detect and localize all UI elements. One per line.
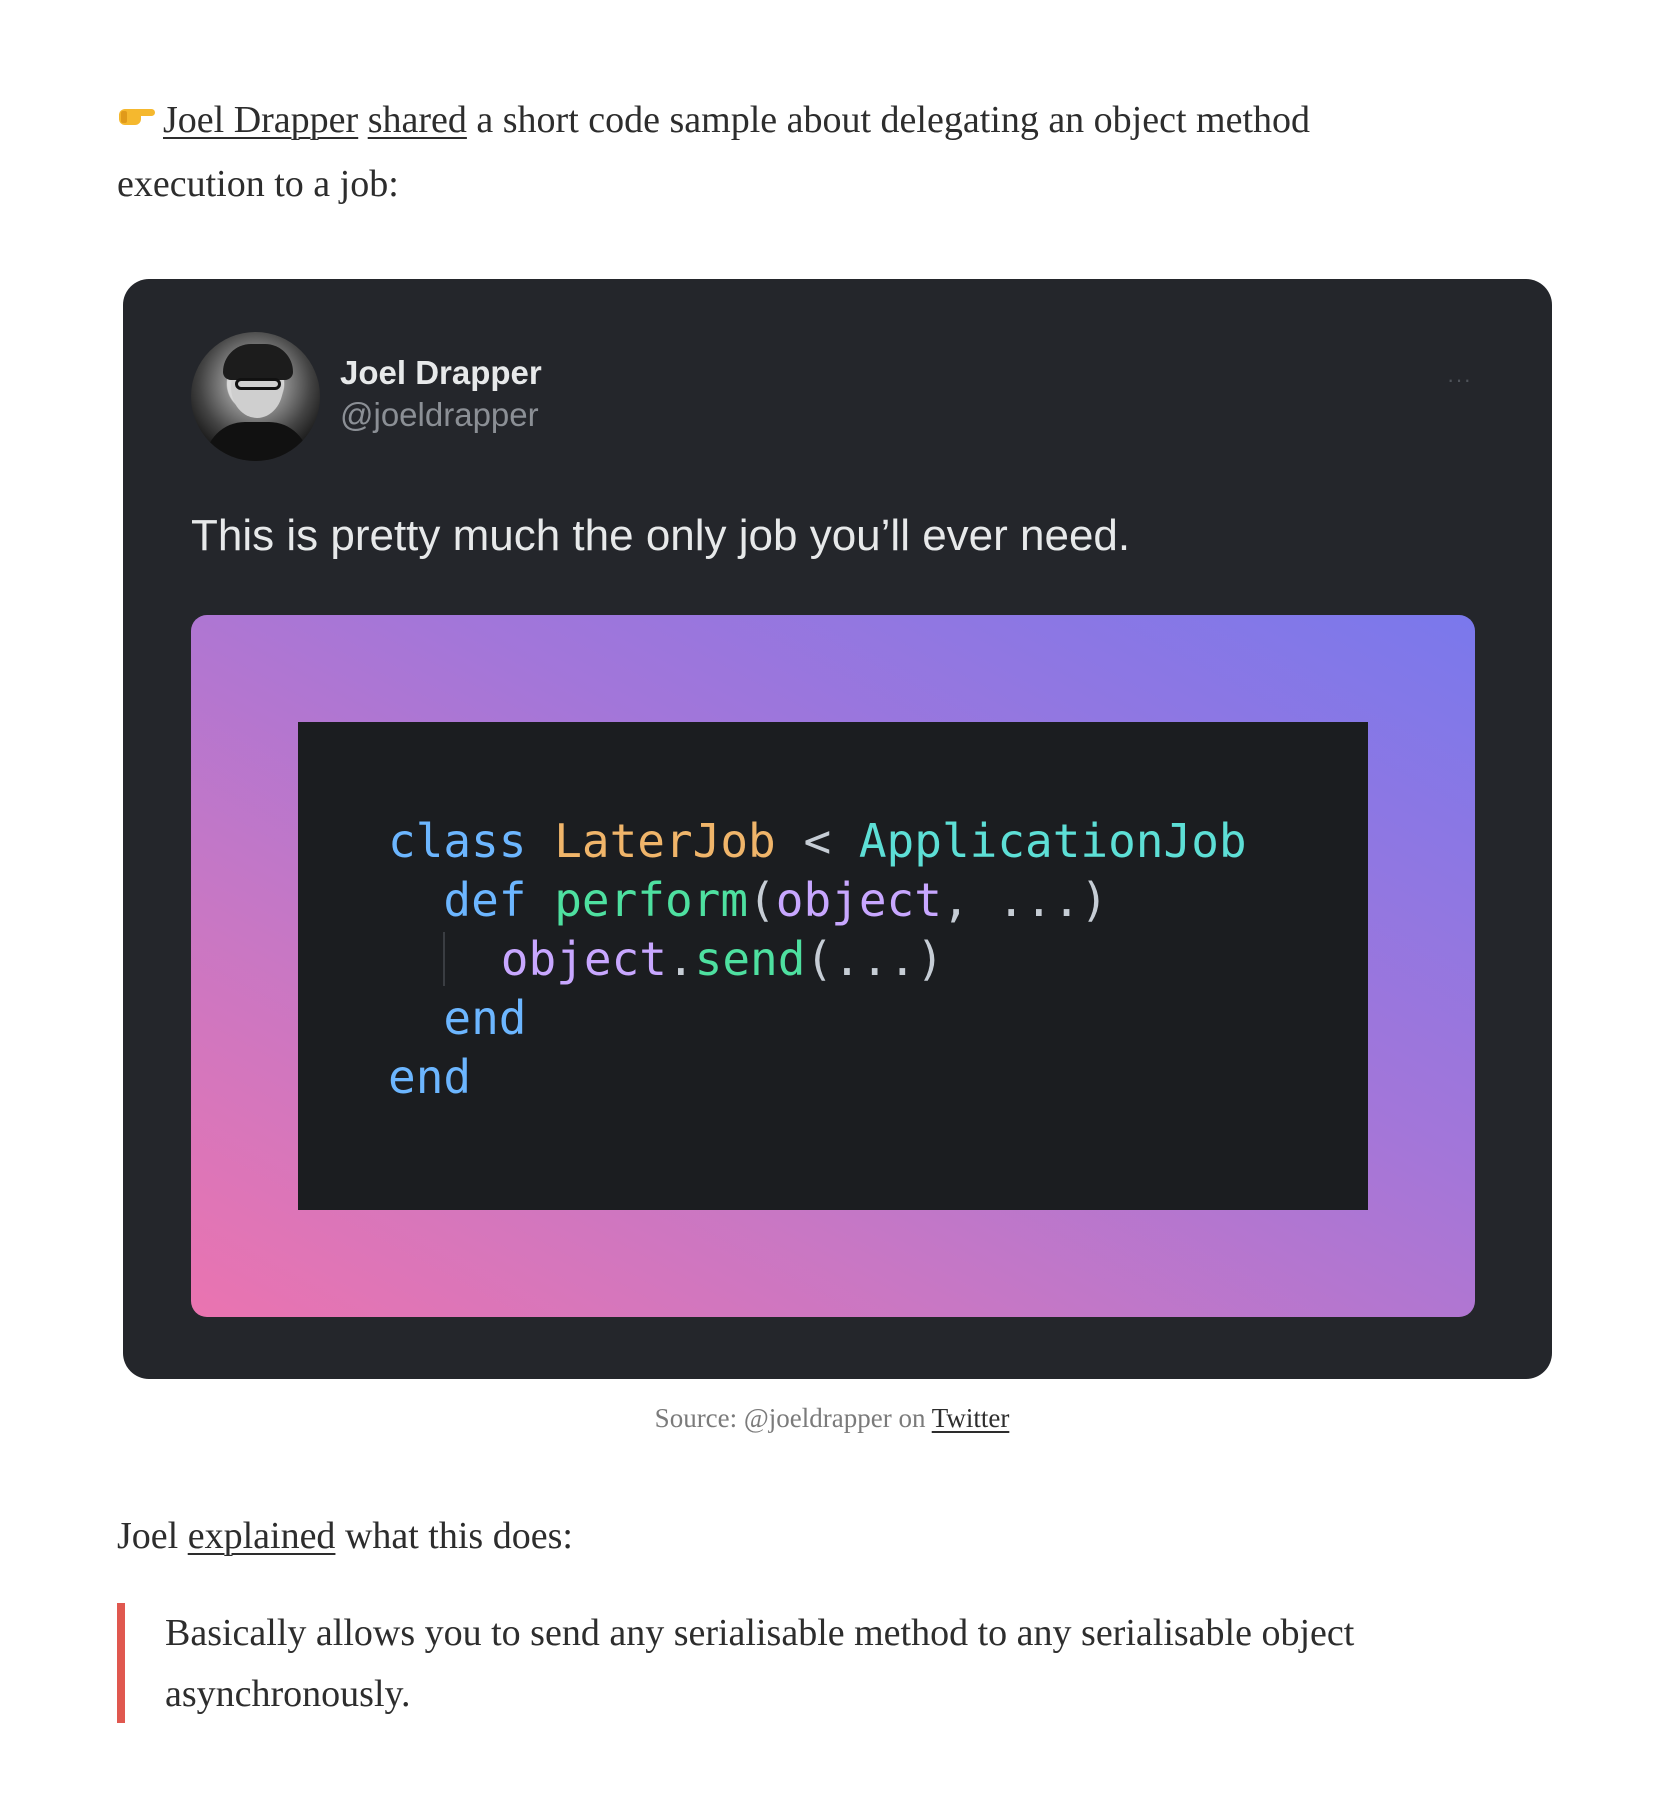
tweet-author-handle[interactable]: @joeldrapper	[340, 396, 539, 434]
tweet-media-image[interactable]: class LaterJob < ApplicationJob def perf…	[191, 615, 1475, 1317]
code-operator: <	[803, 814, 832, 868]
blockquote-text: Basically allows you to send any seriali…	[165, 1612, 1355, 1715]
code-keyword: end	[443, 991, 527, 1045]
caption-text: Source: @joeldrapper on	[654, 1403, 932, 1433]
code-keyword: def	[443, 873, 527, 927]
author-link[interactable]: Joel Drapper	[163, 99, 358, 141]
intro-text-line2: execution to a job:	[117, 162, 399, 205]
code-punct: (	[748, 873, 776, 927]
intro-text: a short code sample about delegating an …	[466, 99, 1311, 141]
blockquote: Basically allows you to send any seriali…	[117, 1603, 1557, 1723]
avatar[interactable]	[191, 332, 320, 461]
code-punct: .	[666, 932, 695, 986]
code-keyword: end	[388, 1050, 472, 1104]
paragraph-text: Joel	[117, 1515, 188, 1557]
paragraph-text-suffix: what this does:	[335, 1515, 573, 1557]
code-variable: object	[500, 932, 667, 986]
code-punct: (...)	[805, 932, 944, 986]
shared-link[interactable]: shared	[368, 99, 467, 141]
tweet-text: This is pretty much the only job you’ll …	[191, 511, 1131, 560]
tweet-embed[interactable]: Joel Drapper @joeldrapper ··· This is pr…	[123, 279, 1552, 1379]
twitter-link[interactable]: Twitter	[932, 1403, 1010, 1433]
code-keyword: class	[388, 814, 527, 868]
explanation-paragraph: Joel explained what this does:	[117, 1506, 573, 1567]
code-block: class LaterJob < ApplicationJob def perf…	[388, 812, 1247, 1107]
code-window: class LaterJob < ApplicationJob def perf…	[298, 722, 1368, 1210]
code-class-name: LaterJob	[554, 814, 776, 868]
code-superclass: ApplicationJob	[858, 814, 1247, 868]
code-variable: object	[775, 873, 942, 927]
explained-link[interactable]: explained	[188, 1515, 336, 1557]
tweet-author-name[interactable]: Joel Drapper	[340, 354, 542, 392]
intro-paragraph: Joel Drapper shared a short code sample …	[117, 90, 1557, 215]
code-punct: , ...)	[941, 873, 1109, 927]
more-options-icon[interactable]: ···	[1447, 367, 1472, 393]
pointing-hand-icon	[117, 87, 157, 148]
code-method-name: send	[694, 932, 806, 986]
image-caption: Source: @joeldrapper on Twitter	[0, 1403, 1664, 1434]
code-method-name: perform	[554, 873, 749, 927]
